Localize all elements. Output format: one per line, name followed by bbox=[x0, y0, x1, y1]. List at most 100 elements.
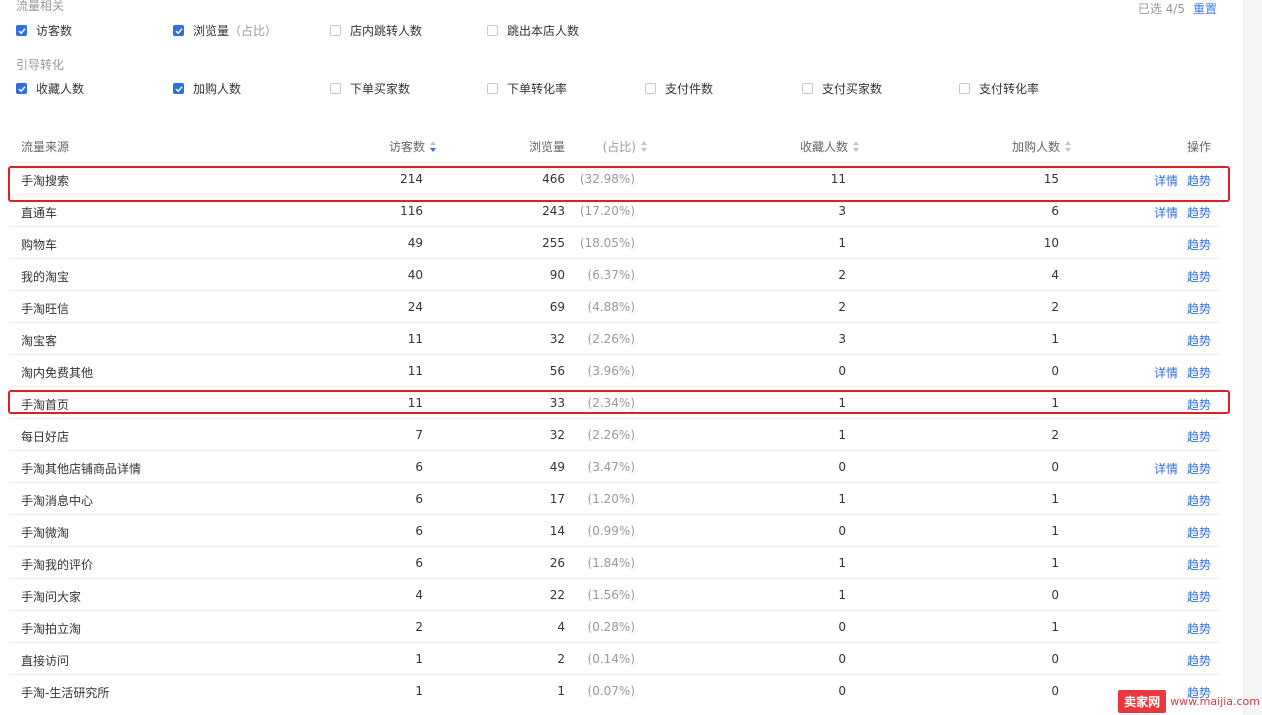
cell-ops: 趋势 bbox=[1178, 524, 1211, 541]
table-row: 我的淘宝 40 90 (6.37%) 2 4 趋势 bbox=[10, 258, 1220, 290]
cell-pct: (0.07%) bbox=[587, 684, 635, 698]
cell-pv: 243 bbox=[542, 204, 565, 218]
scrollbar[interactable] bbox=[1243, 0, 1262, 715]
trend-link[interactable]: 趋势 bbox=[1187, 398, 1211, 412]
cell-pv: 22 bbox=[549, 588, 565, 602]
trend-link[interactable]: 趋势 bbox=[1187, 622, 1211, 636]
checkbox-icon[interactable] bbox=[645, 83, 656, 94]
filter-checkbox[interactable]: 支付件数 bbox=[645, 80, 713, 97]
trend-link[interactable]: 趋势 bbox=[1187, 334, 1211, 348]
checkbox-icon[interactable] bbox=[16, 83, 27, 94]
checkbox-icon[interactable] bbox=[487, 25, 498, 36]
table-row: 手淘问大家 4 22 (1.56%) 1 0 趋势 bbox=[10, 578, 1220, 610]
cell-visitors: 6 bbox=[415, 460, 423, 474]
cell-fav: 2 bbox=[838, 268, 846, 282]
cell-visitors: 11 bbox=[407, 396, 423, 410]
header-ops: 操作 bbox=[1187, 138, 1211, 155]
checkbox-icon[interactable] bbox=[487, 83, 498, 94]
table-row: 每日好店 7 32 (2.26%) 1 2 趋势 bbox=[10, 418, 1220, 450]
checkbox-label: 支付件数 bbox=[665, 82, 714, 96]
trend-link[interactable]: 趋势 bbox=[1187, 270, 1211, 284]
cell-source: 手淘-生活研究所 bbox=[21, 686, 110, 700]
cell-source: 手淘旺信 bbox=[21, 302, 70, 316]
checkbox-icon[interactable] bbox=[330, 25, 341, 36]
cell-cart: 2 bbox=[1051, 428, 1059, 442]
sort-icon[interactable] bbox=[1065, 141, 1072, 152]
header-fav[interactable]: 收藏人数 bbox=[800, 138, 860, 155]
cell-ops: 趋势 bbox=[1178, 236, 1211, 253]
header-source-label: 流量来源 bbox=[21, 140, 70, 154]
cell-cart: 0 bbox=[1051, 460, 1059, 474]
table-row: 淘内免费其他 11 56 (3.96%) 0 0 详情 趋势 bbox=[10, 354, 1220, 386]
filter-checkbox[interactable]: 支付转化率 bbox=[959, 80, 1039, 97]
sort-icon[interactable] bbox=[853, 141, 860, 152]
cell-source: 我的淘宝 bbox=[21, 270, 70, 284]
trend-link[interactable]: 趋势 bbox=[1187, 366, 1211, 380]
checkbox-icon[interactable] bbox=[16, 25, 27, 36]
cell-fav: 0 bbox=[838, 364, 846, 378]
cell-pv: 56 bbox=[549, 364, 565, 378]
cell-fav: 2 bbox=[838, 300, 846, 314]
table-row: 手淘拍立淘 2 4 (0.28%) 0 1 趋势 bbox=[10, 610, 1220, 642]
filter-checkbox[interactable]: 访客数 bbox=[16, 22, 72, 39]
trend-link[interactable]: 趋势 bbox=[1187, 238, 1211, 252]
conversion-section-title: 引导转化 bbox=[16, 58, 65, 72]
checkbox-icon[interactable] bbox=[173, 25, 184, 36]
trend-link[interactable]: 趋势 bbox=[1187, 558, 1211, 572]
detail-link[interactable]: 详情 bbox=[1154, 462, 1178, 476]
detail-link[interactable]: 详情 bbox=[1154, 206, 1178, 220]
table-row: 手淘旺信 24 69 (4.88%) 2 2 趋势 bbox=[10, 290, 1220, 322]
trend-link[interactable]: 趋势 bbox=[1187, 590, 1211, 604]
sort-icon[interactable] bbox=[641, 141, 648, 152]
cell-visitors: 40 bbox=[407, 268, 423, 282]
detail-link[interactable]: 详情 bbox=[1154, 366, 1178, 380]
header-cart[interactable]: 加购人数 bbox=[1012, 138, 1072, 155]
trend-link[interactable]: 趋势 bbox=[1187, 462, 1211, 476]
cell-pv: 26 bbox=[549, 556, 565, 570]
page: 流量相关 已选 4/5 重置 访客数 浏览量 （占比） 店内跳转人数 跳出本店人数 引导转… bbox=[0, 0, 1262, 715]
cell-fav: 1 bbox=[838, 588, 846, 602]
detail-link[interactable]: 详情 bbox=[1154, 174, 1178, 188]
cell-pct: (0.99%) bbox=[587, 524, 635, 538]
sort-desc-icon[interactable] bbox=[430, 141, 437, 152]
checkbox-label: 访客数 bbox=[36, 24, 73, 38]
header-pv[interactable]: 浏览量 bbox=[529, 138, 565, 155]
checkbox-icon[interactable] bbox=[173, 83, 184, 94]
cell-source: 直接访问 bbox=[21, 654, 70, 668]
cell-pct: (2.26%) bbox=[587, 428, 635, 442]
cell-fav: 1 bbox=[838, 396, 846, 410]
header-pct[interactable]: (占比) bbox=[603, 138, 648, 155]
cell-fav: 1 bbox=[838, 428, 846, 442]
checkbox-icon[interactable] bbox=[330, 83, 341, 94]
table-body: 手淘搜索 214 466 (32.98%) 11 15 详情 趋势 直通车 116 243 (17.2… bbox=[10, 162, 1220, 706]
trend-link[interactable]: 趋势 bbox=[1187, 174, 1211, 188]
filter-checkbox[interactable]: 浏览量 （占比） bbox=[173, 22, 277, 39]
trend-link[interactable]: 趋势 bbox=[1187, 526, 1211, 540]
filter-checkbox[interactable]: 收藏人数 bbox=[16, 80, 84, 97]
cell-ops: 趋势 bbox=[1178, 620, 1211, 637]
cell-pct: (1.84%) bbox=[587, 556, 635, 570]
filter-checkbox[interactable]: 加购人数 bbox=[173, 80, 241, 97]
header-source: 流量来源 bbox=[21, 138, 69, 155]
cell-visitors: 6 bbox=[415, 524, 423, 538]
filter-checkbox[interactable]: 店内跳转人数 bbox=[330, 22, 422, 39]
trend-link[interactable]: 趋势 bbox=[1187, 654, 1211, 668]
trend-link[interactable]: 趋势 bbox=[1187, 302, 1211, 316]
filter-checkbox[interactable]: 支付买家数 bbox=[802, 80, 882, 97]
checkbox-icon[interactable] bbox=[959, 83, 970, 94]
checkbox-icon[interactable] bbox=[802, 83, 813, 94]
cell-fav: 0 bbox=[838, 524, 846, 538]
header-visitors[interactable]: 访客数 bbox=[389, 138, 437, 155]
cell-source: 每日好店 bbox=[21, 430, 70, 444]
cell-cart: 0 bbox=[1051, 684, 1059, 698]
filter-checkbox[interactable]: 下单买家数 bbox=[330, 80, 410, 97]
reset-link[interactable]: 重置 bbox=[1193, 2, 1217, 16]
cell-source: 手淘拍立淘 bbox=[21, 622, 82, 636]
filter-checkbox[interactable]: 跳出本店人数 bbox=[487, 22, 579, 39]
trend-link[interactable]: 趋势 bbox=[1187, 206, 1211, 220]
checkbox-label: 支付买家数 bbox=[822, 82, 883, 96]
filter-checkbox[interactable]: 下单转化率 bbox=[487, 80, 567, 97]
trend-link[interactable]: 趋势 bbox=[1187, 494, 1211, 508]
checkbox-label: 加购人数 bbox=[193, 82, 242, 96]
trend-link[interactable]: 趋势 bbox=[1187, 430, 1211, 444]
